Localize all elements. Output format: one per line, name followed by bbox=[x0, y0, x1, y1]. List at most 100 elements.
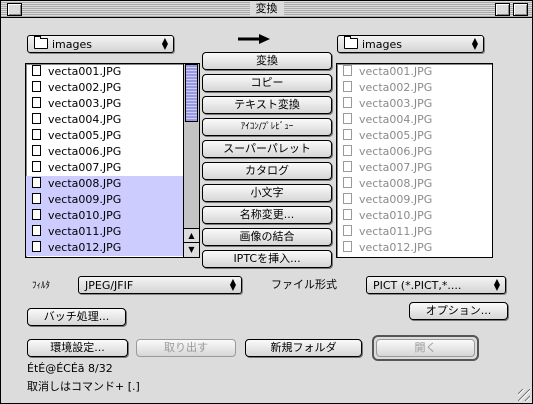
window-title: 変換 bbox=[249, 2, 284, 16]
destination-file-item[interactable]: vecta002.JPG bbox=[337, 80, 492, 96]
scroll-up-arrow-icon[interactable]: ▲ bbox=[184, 228, 199, 243]
source-file-item[interactable]: vecta002.JPG bbox=[26, 80, 183, 96]
file-name: vecta005.JPG bbox=[48, 129, 122, 142]
destination-file-item[interactable]: vecta004.JPG bbox=[337, 112, 492, 128]
copy-button[interactable]: コピー bbox=[202, 74, 332, 92]
iptc-insert-button[interactable]: IPTCを挿入... bbox=[202, 250, 332, 268]
document-icon bbox=[343, 177, 352, 188]
title-bar[interactable]: 変換 bbox=[1, 1, 532, 18]
file-name: vecta011.JPG bbox=[48, 225, 122, 238]
document-icon bbox=[32, 113, 41, 124]
eject-button[interactable]: 取り出す bbox=[136, 339, 236, 357]
document-icon bbox=[32, 177, 41, 188]
resize-grip-icon[interactable] bbox=[518, 389, 530, 401]
source-file-item[interactable]: vecta012.JPG bbox=[26, 240, 183, 256]
destination-file-item[interactable]: vecta008.JPG bbox=[337, 176, 492, 192]
file-name: vecta004.JPG bbox=[359, 113, 433, 126]
document-icon bbox=[32, 161, 41, 172]
rename-button[interactable]: 名称変更... bbox=[202, 206, 332, 224]
document-icon bbox=[32, 129, 41, 140]
icon-preview-button[interactable]: ｱｲｺﾝ/ﾌﾟﾚﾋﾞｭｰ bbox=[202, 118, 332, 136]
file-format-label: ファイル形式 bbox=[271, 278, 337, 291]
file-name: vecta004.JPG bbox=[48, 113, 122, 126]
source-file-list[interactable]: vecta001.JPG vecta002.JPG vecta003.JPG vect… bbox=[25, 63, 200, 258]
source-file-item[interactable]: vecta006.JPG bbox=[26, 144, 183, 160]
file-name: vecta003.JPG bbox=[48, 97, 122, 110]
scroll-down-arrow-icon[interactable]: ▼ bbox=[184, 242, 199, 257]
source-file-item[interactable]: vecta011.JPG bbox=[26, 224, 183, 240]
status-file-count: ÉtÉ@ÉCÉã 8/32 bbox=[27, 362, 113, 375]
file-name: vecta008.JPG bbox=[359, 177, 433, 190]
batch-process-button[interactable]: バッチ処理... bbox=[27, 308, 126, 326]
destination-file-item[interactable]: vecta012.JPG bbox=[337, 240, 492, 256]
file-name: vecta001.JPG bbox=[48, 65, 122, 78]
file-name: vecta006.JPG bbox=[359, 145, 433, 158]
filter-popup[interactable]: JPEG/JFIF ▲ ▼ bbox=[78, 276, 242, 294]
combine-images-button[interactable]: 画像の結合 bbox=[202, 228, 332, 246]
document-icon bbox=[343, 209, 352, 220]
source-file-item[interactable]: vecta004.JPG bbox=[26, 112, 183, 128]
source-file-item[interactable]: vecta009.JPG bbox=[26, 192, 183, 208]
convert-button[interactable]: 変換 bbox=[202, 52, 332, 70]
file-format-popup[interactable]: PICT (*.PICT,*.... ▲ ▼ bbox=[366, 276, 506, 294]
destination-file-item[interactable]: vecta010.JPG bbox=[337, 208, 492, 224]
options-button[interactable]: オプション... bbox=[409, 302, 508, 320]
preferences-button[interactable]: 環境設定... bbox=[27, 339, 128, 357]
source-folder-popup[interactable]: images ▲ ▼ bbox=[27, 35, 174, 53]
document-icon bbox=[343, 129, 352, 140]
document-icon bbox=[32, 145, 41, 156]
destination-folder-popup[interactable]: images ▲ ▼ bbox=[337, 35, 484, 53]
lowercase-button[interactable]: 小文字 bbox=[202, 184, 332, 202]
document-icon bbox=[343, 193, 352, 204]
file-name: vecta002.JPG bbox=[48, 81, 122, 94]
source-scrollbar[interactable]: ▲ ▼ bbox=[183, 64, 199, 257]
catalog-button[interactable]: カタログ bbox=[202, 162, 332, 180]
converter-window: 変換 images ▲ ▼ images ▲ ▼ vecta001.JPG vecta… bbox=[0, 0, 533, 404]
right-arrow-icon bbox=[238, 34, 270, 44]
document-icon bbox=[32, 209, 41, 220]
document-icon bbox=[32, 193, 41, 204]
source-file-item[interactable]: vecta001.JPG bbox=[26, 64, 183, 80]
destination-folder-name: images bbox=[362, 38, 402, 51]
document-icon bbox=[32, 81, 41, 92]
zoom-box-icon[interactable] bbox=[495, 3, 510, 16]
destination-file-item[interactable]: vecta006.JPG bbox=[337, 144, 492, 160]
file-name: vecta011.JPG bbox=[359, 225, 433, 238]
scroll-thumb[interactable] bbox=[185, 64, 198, 122]
destination-file-item[interactable]: vecta003.JPG bbox=[337, 96, 492, 112]
document-icon bbox=[343, 113, 352, 124]
source-file-item[interactable]: vecta005.JPG bbox=[26, 128, 183, 144]
source-file-item[interactable]: vecta003.JPG bbox=[26, 96, 183, 112]
source-file-item[interactable]: vecta007.JPG bbox=[26, 160, 183, 176]
file-name: vecta008.JPG bbox=[48, 177, 122, 190]
document-icon bbox=[343, 81, 352, 92]
destination-file-item[interactable]: vecta001.JPG bbox=[337, 64, 492, 80]
document-icon bbox=[343, 241, 352, 252]
document-icon bbox=[343, 97, 352, 108]
super-palette-button[interactable]: スーパーパレット bbox=[202, 140, 332, 158]
destination-file-item[interactable]: vecta005.JPG bbox=[337, 128, 492, 144]
source-file-item[interactable]: vecta010.JPG bbox=[26, 208, 183, 224]
file-name: vecta009.JPG bbox=[48, 193, 122, 206]
document-icon bbox=[343, 161, 352, 172]
source-file-item[interactable]: vecta008.JPG bbox=[26, 176, 183, 192]
destination-file-list[interactable]: vecta001.JPG vecta002.JPG vecta003.JPG vect… bbox=[336, 63, 493, 258]
close-box-icon[interactable] bbox=[7, 3, 22, 16]
filter-value: JPEG/JFIF bbox=[85, 279, 134, 292]
file-name: vecta012.JPG bbox=[359, 241, 433, 254]
destination-file-item[interactable]: vecta011.JPG bbox=[337, 224, 492, 240]
source-folder-name: images bbox=[52, 38, 92, 51]
document-icon bbox=[32, 65, 41, 76]
file-name: vecta003.JPG bbox=[359, 97, 433, 110]
new-folder-button[interactable]: 新規フォルダ bbox=[245, 339, 362, 357]
default-button-ring: 開く bbox=[372, 335, 479, 361]
file-name: vecta012.JPG bbox=[48, 241, 122, 254]
text-convert-button[interactable]: テキスト変換 bbox=[202, 96, 332, 114]
status-cancel-hint: 取消しはコマンド+ [.] bbox=[27, 380, 140, 393]
open-button[interactable]: 開く bbox=[376, 339, 475, 357]
document-icon bbox=[343, 65, 352, 76]
up-down-arrows-icon: ▲ ▼ bbox=[493, 277, 500, 292]
collapse-box-icon[interactable] bbox=[513, 3, 528, 16]
destination-file-item[interactable]: vecta007.JPG bbox=[337, 160, 492, 176]
destination-file-item[interactable]: vecta009.JPG bbox=[337, 192, 492, 208]
